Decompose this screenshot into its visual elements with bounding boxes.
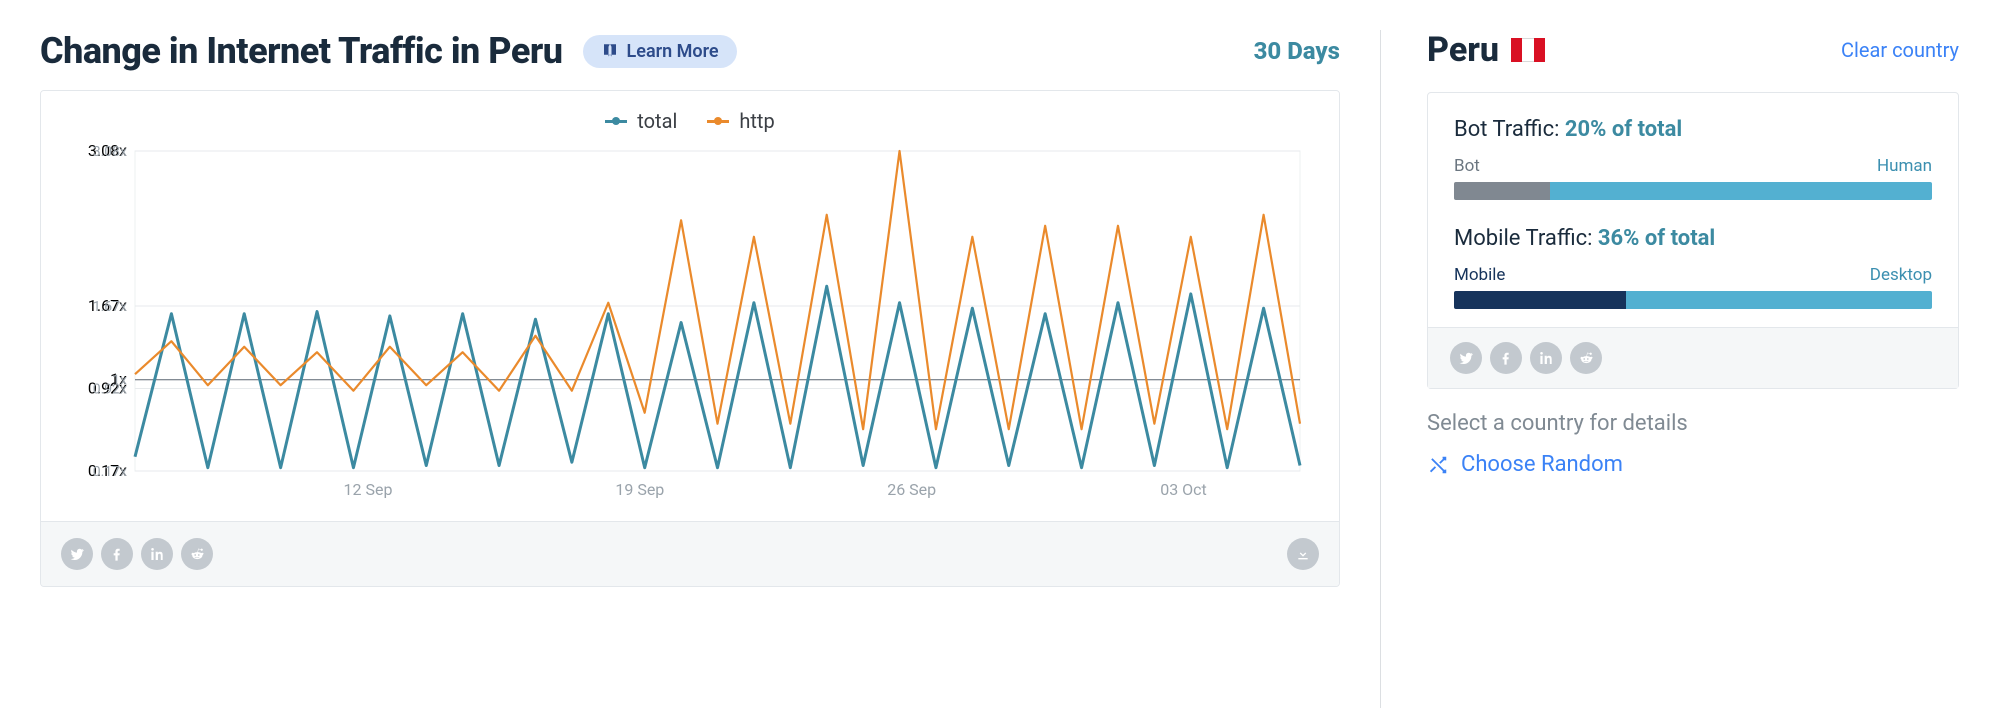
mobile-label-right: Desktop [1870,265,1932,285]
bot-traffic-block: Bot Traffic: 20% of total Bot Human [1454,117,1932,200]
bot-traffic-title: Bot Traffic: [1454,117,1565,142]
legend-item-total[interactable]: total [605,109,677,133]
svg-text:3.08x: 3.08x [93,144,127,160]
share-reddit-button[interactable] [181,538,213,570]
country-stats-card: Bot Traffic: 20% of total Bot Human Mobi… [1427,92,1959,389]
bot-traffic-bar [1454,182,1932,200]
linkedin-icon [1538,350,1554,366]
swatch-http-icon [707,120,729,123]
learn-more-label: Learn More [627,41,719,62]
download-button[interactable] [1287,538,1319,570]
svg-text:19 Sep: 19 Sep [615,480,664,499]
mobile-traffic-bar [1454,291,1932,309]
share-facebook-button[interactable] [101,538,133,570]
twitter-icon [1458,350,1474,366]
facebook-icon [1498,350,1514,366]
linkedin-icon [149,546,165,562]
svg-text:0.17x: 0.17x [93,464,127,480]
legend-label-total: total [637,109,677,133]
side-share-linkedin-button[interactable] [1530,342,1562,374]
svg-text:1.67x: 1.67x [93,299,127,315]
shuffle-icon [1427,454,1449,476]
mobile-traffic-value: 36% of total [1598,226,1715,251]
legend-item-http[interactable]: http [707,109,774,133]
side-share-twitter-button[interactable] [1450,342,1482,374]
twitter-icon [69,546,85,562]
svg-text:1x: 1x [112,373,127,389]
mobile-traffic-title: Mobile Traffic: [1454,226,1598,251]
reddit-icon [189,546,205,562]
clear-country-link[interactable]: Clear country [1841,38,1959,62]
choose-random-label: Choose Random [1461,452,1623,477]
traffic-line-chart: 0.17x0.17x0.92x0.92x1x1x1.67x1.67x3.08x3… [60,141,1320,511]
bot-label-left: Bot [1454,156,1480,176]
book-icon [601,42,619,60]
side-share-facebook-button[interactable] [1490,342,1522,374]
legend-label-http: http [739,109,774,133]
download-icon [1295,546,1311,562]
bot-label-right: Human [1877,156,1932,176]
bot-traffic-value: 20% of total [1565,117,1682,142]
select-country-hint: Select a country for details [1427,411,1959,436]
svg-text:26 Sep: 26 Sep [887,480,936,499]
country-title: Peru [1427,30,1499,70]
page-title: Change in Internet Traffic in Peru [40,30,563,72]
share-linkedin-button[interactable] [141,538,173,570]
svg-text:12 Sep: 12 Sep [344,480,393,499]
choose-random-link[interactable]: Choose Random [1427,452,1959,477]
share-twitter-button[interactable] [61,538,93,570]
learn-more-button[interactable]: Learn More [583,35,737,68]
swatch-total-icon [605,120,627,123]
mobile-label-left: Mobile [1454,265,1505,285]
period-selector[interactable]: 30 Days [1254,37,1340,65]
vertical-divider [1380,30,1381,708]
mobile-traffic-block: Mobile Traffic: 36% of total Mobile Desk… [1454,226,1932,309]
facebook-icon [109,546,125,562]
reddit-icon [1578,350,1594,366]
side-share-reddit-button[interactable] [1570,342,1602,374]
svg-text:03 Oct: 03 Oct [1160,480,1207,499]
flag-peru-icon [1511,38,1545,62]
traffic-chart-card: total http 0.17x0.17x0.92x0.92x1x1x1.67x… [40,90,1340,587]
